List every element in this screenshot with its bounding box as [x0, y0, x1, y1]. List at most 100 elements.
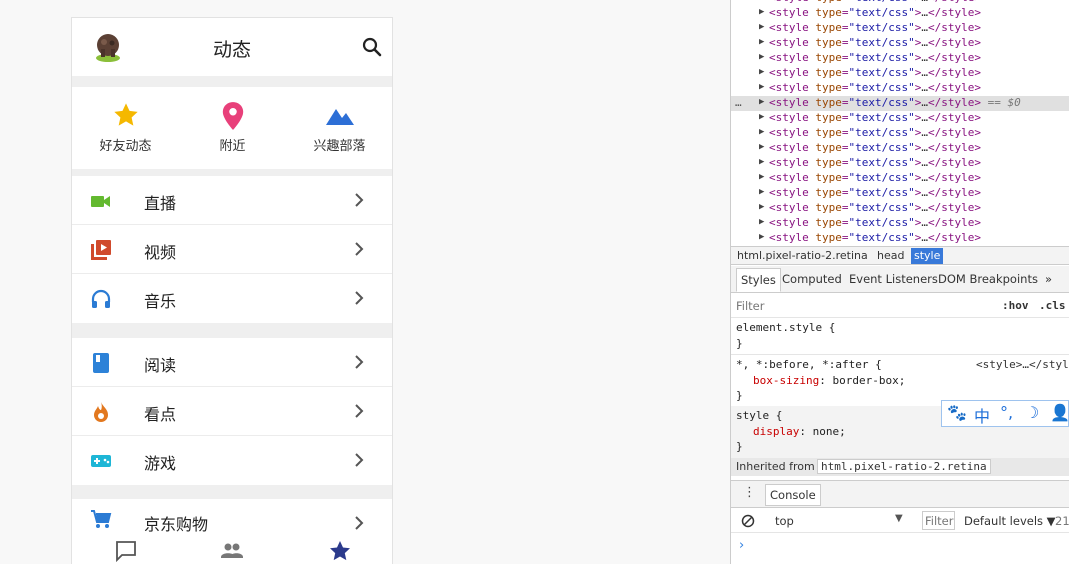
drawer-menu-icon[interactable]: ⋮ — [743, 485, 756, 500]
quick-link-label: 好友动态 — [99, 139, 152, 154]
menu-item-label: 看点 — [144, 405, 177, 424]
tab-computed[interactable]: Computed — [782, 272, 842, 286]
dom-node-style[interactable]: ▶ … <style type="text/css">…</style> == $0 — [731, 96, 1069, 111]
chat-bubble-icon[interactable] — [114, 539, 138, 563]
dom-node-style[interactable]: ▶ <style type="text/css">…</style> — [731, 111, 1069, 126]
dom-node-style[interactable]: ▶ <style type="text/css">…</style> — [731, 81, 1069, 96]
rule-source-link[interactable]: <style>…</style — [976, 358, 1069, 371]
dom-node-style[interactable]: ▶ <style type="text/css">…</style> — [731, 126, 1069, 141]
hov-toggle[interactable]: :hov — [1002, 299, 1029, 312]
dom-node-text: <style type="text/css">…</style> — [769, 0, 981, 4]
dom-node-text: <style type="text/css">…</style> — [769, 231, 981, 244]
console-filter-input[interactable]: Filter — [922, 511, 955, 530]
video-camera-icon — [91, 196, 110, 207]
search-icon[interactable] — [361, 36, 383, 58]
dom-node-style[interactable]: ▶ <style type="text/css">…</style> — [731, 216, 1069, 231]
expand-triangle-icon[interactable]: ▶ — [759, 217, 764, 227]
expand-triangle-icon[interactable]: ▶ — [759, 7, 764, 17]
dom-node-style[interactable]: ▶ <style type="text/css">…</style> — [731, 156, 1069, 171]
flame-icon — [94, 402, 108, 422]
menu-group-content: 阅读 看点 游戏 — [72, 338, 392, 485]
expand-triangle-icon[interactable]: ▶ — [759, 187, 764, 197]
clear-console-icon[interactable] — [741, 514, 755, 528]
expand-triangle-icon[interactable]: ▶ — [759, 67, 764, 77]
property-value: : none; — [799, 425, 846, 438]
dom-node-style[interactable]: ▶ <style type="text/css">…</style> — [731, 231, 1069, 246]
expand-triangle-icon[interactable]: ▶ — [759, 157, 764, 167]
more-tabs-icon[interactable]: » — [1045, 272, 1052, 286]
paw-icon[interactable]: 🐾 — [947, 403, 967, 422]
styles-filter-input[interactable]: Filter — [736, 299, 764, 313]
menu-item-kandian[interactable]: 看点 — [72, 387, 392, 436]
expand-triangle-icon[interactable]: ▶ — [759, 97, 764, 107]
mobile-app-panel: 动态 好友动态 附近 兴趣部落 直播 视频 音乐 阅读 看点 游戏 京东购物 — [71, 17, 393, 564]
ime-punctuation[interactable]: °, — [1000, 403, 1013, 422]
rule-close: } — [736, 440, 743, 453]
menu-item-music[interactable]: 音乐 — [72, 274, 392, 323]
expand-triangle-icon[interactable]: ▶ — [759, 232, 764, 242]
ime-chinese-mode[interactable]: 中 — [974, 403, 990, 427]
dom-node-text: <style type="text/css">…</style> — [769, 201, 981, 214]
expand-triangle-icon[interactable]: ▶ — [759, 112, 764, 122]
dom-node-text: <style type="text/css">…</style> — [769, 156, 981, 169]
menu-item-reading[interactable]: 阅读 — [72, 338, 392, 387]
rule-selector[interactable]: style { — [736, 409, 782, 422]
menu-item-video[interactable]: 视频 — [72, 225, 392, 274]
expand-triangle-icon[interactable]: ▶ — [759, 202, 764, 212]
dom-node-style[interactable]: ▶ <style type="text/css">…</style> — [731, 36, 1069, 51]
menu-item-games[interactable]: 游戏 — [72, 436, 392, 485]
dom-node-text: <style type="text/css">…</style> — [769, 171, 981, 184]
tab-console[interactable]: Console — [765, 484, 821, 506]
log-levels-select[interactable]: Default levels ▼ — [964, 514, 1056, 528]
chevron-down-icon[interactable]: ▼ — [895, 513, 903, 524]
dom-node-text: <style type="text/css">…</style> == $0 — [769, 96, 1021, 109]
breadcrumb-style[interactable]: style — [911, 248, 944, 264]
user-icon[interactable]: 👤 — [1050, 403, 1069, 422]
dom-node-style[interactable]: ▶ <style type="text/css">…</style> — [731, 51, 1069, 66]
dom-node-style[interactable]: ▶ <style type="text/css">…</style> — [731, 6, 1069, 21]
tab-dom-breakpoints[interactable]: DOM Breakpoints — [938, 272, 1038, 286]
breadcrumb-head[interactable]: head — [877, 249, 904, 262]
context-select[interactable]: top — [775, 514, 794, 528]
expand-triangle-icon[interactable]: ▶ — [759, 0, 764, 2]
star-icon[interactable] — [328, 539, 352, 563]
rule-selector[interactable]: element.style { — [736, 321, 835, 334]
headphones-icon — [91, 289, 111, 308]
cls-toggle[interactable]: .cls — [1039, 299, 1066, 312]
rule-declaration[interactable]: box-sizing: border-box; — [753, 374, 905, 387]
dom-node-style[interactable]: ▶ <style type="text/css">…</style> — [731, 141, 1069, 156]
expand-triangle-icon[interactable]: ▶ — [759, 52, 764, 62]
expand-triangle-icon[interactable]: ▶ — [759, 172, 764, 182]
app-header: 动态 — [72, 18, 392, 76]
chevron-right-icon — [355, 453, 364, 467]
dom-node-style[interactable]: ▶ <style type="text/css">…</style> — [731, 66, 1069, 81]
console-prompt-icon[interactable]: › — [739, 538, 744, 553]
dom-node-text: <style type="text/css">…</style> — [769, 21, 981, 34]
inherited-element-link[interactable]: html.pixel-ratio-2.retina — [817, 459, 991, 474]
tab-event-listeners[interactable]: Event Listeners — [849, 272, 938, 286]
drawer-tabs: ⋮ Console — [731, 480, 1069, 508]
dom-node-style[interactable]: ▶ <style type="text/css">…</style> — [731, 201, 1069, 216]
menu-item-label: 音乐 — [144, 292, 177, 311]
menu-item-live[interactable]: 直播 — [72, 176, 392, 225]
quick-link-friends[interactable]: 好友动态 — [72, 87, 179, 169]
dom-node-style[interactable]: ▶ <style type="text/css">…</style> — [731, 186, 1069, 201]
dom-node-style[interactable]: ▶ <style type="text/css">…</style> — [731, 21, 1069, 36]
rule-declaration[interactable]: display: none; — [753, 425, 846, 438]
rule-selector[interactable]: *, *:before, *:after { — [736, 358, 882, 371]
people-icon[interactable] — [220, 539, 244, 563]
quick-link-nearby[interactable]: 附近 — [179, 87, 286, 169]
quick-link-tribe[interactable]: 兴趣部落 — [286, 87, 392, 169]
dom-node-style[interactable]: ▶ <style type="text/css">…</style> — [731, 171, 1069, 186]
rule-close: } — [736, 337, 743, 350]
breadcrumb-html[interactable]: html.pixel-ratio-2.retina — [737, 249, 868, 262]
expand-triangle-icon[interactable]: ▶ — [759, 82, 764, 92]
moon-icon[interactable]: ☽ — [1025, 403, 1039, 422]
expand-triangle-icon[interactable]: ▶ — [759, 22, 764, 32]
node-actions-icon[interactable]: … — [735, 96, 742, 109]
expand-triangle-icon[interactable]: ▶ — [759, 37, 764, 47]
expand-triangle-icon[interactable]: ▶ — [759, 127, 764, 137]
expand-triangle-icon[interactable]: ▶ — [759, 142, 764, 152]
tab-styles[interactable]: Styles — [736, 268, 781, 292]
dom-node-text: <style type="text/css">…</style> — [769, 216, 981, 229]
